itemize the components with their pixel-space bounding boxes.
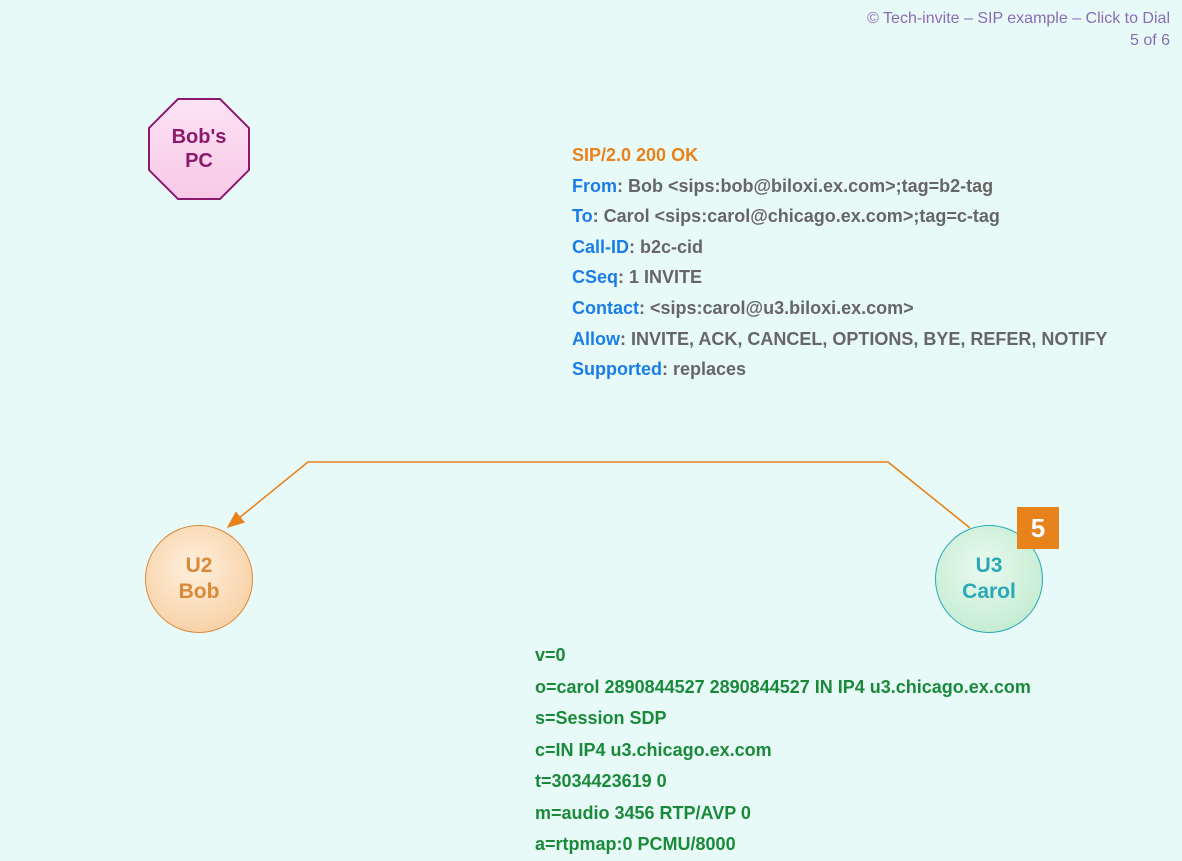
sdp-c: c=IN IP4 u3.chicago.ex.com	[535, 735, 1031, 767]
sdp-o: o=carol 2890844527 2890844527 IN IP4 u3.…	[535, 672, 1031, 704]
sip-supported-key: Supported	[572, 359, 662, 379]
u3-line2: Carol	[962, 580, 1016, 603]
sip-from-val: : Bob <sips:bob@biloxi.ex.com>;tag=b2-ta…	[617, 176, 993, 196]
sip-to-val: : Carol <sips:carol@chicago.ex.com>;tag=…	[593, 206, 1000, 226]
sip-cseq: CSeq: 1 INVITE	[572, 262, 1107, 293]
sip-callid-key: Call-ID	[572, 237, 629, 257]
sip-allow-key: Allow	[572, 329, 620, 349]
sip-allow: Allow: INVITE, ACK, CANCEL, OPTIONS, BYE…	[572, 324, 1107, 355]
bobs-pc-node: Bob's PC	[150, 100, 248, 198]
sip-cseq-key: CSeq	[572, 267, 618, 287]
u2-line1: U2	[186, 554, 213, 577]
bobs-pc-label: Bob's PC	[172, 125, 227, 173]
sip-from-key: From	[572, 176, 617, 196]
sdp-t: t=3034423619 0	[535, 766, 1031, 798]
sip-status-line: SIP/2.0 200 OK	[572, 140, 1107, 171]
sip-to-key: To	[572, 206, 593, 226]
u2-bob-node: U2 Bob	[145, 525, 253, 633]
sip-allow-val: : INVITE, ACK, CANCEL, OPTIONS, BYE, REF…	[620, 329, 1107, 349]
u3-line1: U3	[976, 554, 1003, 577]
bobs-pc-line2: PC	[185, 150, 213, 172]
sip-contact-val: : <sips:carol@u3.biloxi.ex.com>	[639, 298, 914, 318]
sdp-s: s=Session SDP	[535, 703, 1031, 735]
u3-carol-label: U3 Carol	[962, 553, 1016, 606]
sip-to: To: Carol <sips:carol@chicago.ex.com>;ta…	[572, 201, 1107, 232]
sdp-block: v=0 o=carol 2890844527 2890844527 IN IP4…	[535, 640, 1031, 861]
u2-line2: Bob	[179, 580, 220, 603]
bobs-pc-line1: Bob's	[172, 126, 227, 148]
copyright-line2: 5 of 6	[867, 30, 1170, 52]
sip-from: From: Bob <sips:bob@biloxi.ex.com>;tag=b…	[572, 171, 1107, 202]
sip-cseq-val: : 1 INVITE	[618, 267, 702, 287]
copyright-line1: © Tech-invite – SIP example – Click to D…	[867, 8, 1170, 30]
sip-callid: Call-ID: b2c-cid	[572, 232, 1107, 263]
sip-contact: Contact: <sips:carol@u3.biloxi.ex.com>	[572, 293, 1107, 324]
sip-message-block: SIP/2.0 200 OK From: Bob <sips:bob@bilox…	[572, 140, 1107, 385]
sdp-a: a=rtpmap:0 PCMU/8000	[535, 829, 1031, 861]
sip-callid-val: : b2c-cid	[629, 237, 703, 257]
sip-supported-val: : replaces	[662, 359, 746, 379]
sip-supported: Supported: replaces	[572, 354, 1107, 385]
sdp-v: v=0	[535, 640, 1031, 672]
step-badge: 5	[1017, 507, 1059, 549]
u2-bob-label: U2 Bob	[179, 553, 220, 606]
copyright-block: © Tech-invite – SIP example – Click to D…	[867, 8, 1170, 53]
sip-contact-key: Contact	[572, 298, 639, 318]
sdp-m: m=audio 3456 RTP/AVP 0	[535, 798, 1031, 830]
